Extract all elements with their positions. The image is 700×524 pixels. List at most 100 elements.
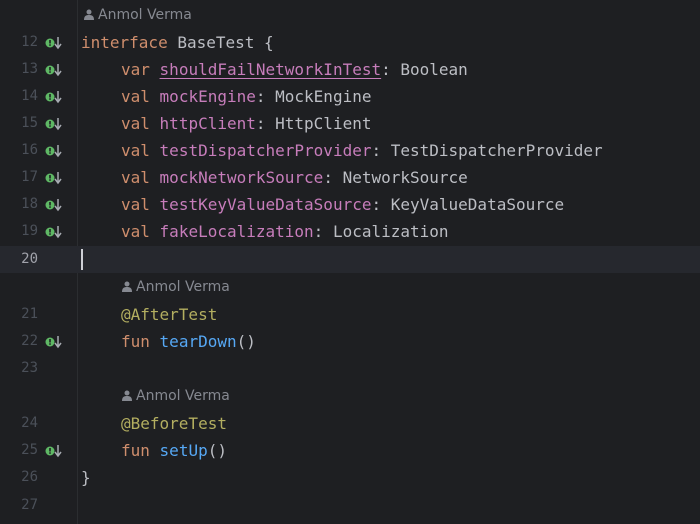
- keyword: interface: [81, 33, 168, 52]
- code-text: interface BaseTest {: [81, 29, 274, 56]
- code-line-14[interactable]: 14 val mockEngine: MockEngine: [0, 83, 700, 110]
- code-editor[interactable]: Anmol Verma 12 interface BaseTest { 13 v…: [0, 0, 700, 524]
- keyword: fun: [121, 441, 150, 460]
- line-number: 16: [21, 142, 38, 158]
- implemented-in-subclass-icon[interactable]: [45, 225, 63, 239]
- parens: (): [207, 441, 227, 460]
- author-hint[interactable]: Anmol Verma: [122, 383, 230, 410]
- code-text: val fakeLocalization: Localization: [121, 218, 449, 245]
- property-type: : Localization: [313, 222, 449, 241]
- line-number: 17: [21, 169, 38, 185]
- code-line-12[interactable]: 12 interface BaseTest {: [0, 29, 700, 56]
- code-line-21[interactable]: 21 @AfterTest: [0, 301, 700, 328]
- property-name: fakeLocalization: [159, 222, 314, 241]
- author-hint-row: Anmol Verma: [0, 274, 700, 301]
- code-line-27[interactable]: 27: [0, 492, 700, 519]
- property-name: mockNetworkSource: [159, 168, 324, 187]
- keyword: var: [121, 60, 150, 79]
- implemented-in-subclass-icon[interactable]: [45, 36, 63, 50]
- line-number: 23: [21, 360, 38, 376]
- keyword: val: [121, 195, 150, 214]
- keyword: val: [121, 168, 150, 187]
- code-line-13[interactable]: 13 var shouldFailNetworkInTest: Boolean: [0, 56, 700, 83]
- function-name: tearDown: [159, 332, 237, 351]
- author-name: Anmol Verma: [136, 279, 230, 295]
- implemented-in-subclass-icon[interactable]: [45, 198, 63, 212]
- code-text: @BeforeTest: [121, 410, 227, 437]
- property-type: : NetworkSource: [323, 168, 468, 187]
- implemented-in-subclass-icon[interactable]: [45, 335, 63, 349]
- line-number: 15: [21, 115, 38, 131]
- implemented-in-subclass-icon[interactable]: [45, 144, 63, 158]
- line-number: 12: [21, 34, 38, 50]
- line-number: 14: [21, 88, 38, 104]
- code-text: val mockEngine: MockEngine: [121, 83, 371, 110]
- author-hint-row: Anmol Verma: [0, 383, 700, 410]
- line-number: 18: [21, 196, 38, 212]
- implemented-in-subclass-icon[interactable]: [45, 171, 63, 185]
- property-type: : MockEngine: [255, 87, 372, 106]
- code-text: @AfterTest: [121, 301, 217, 328]
- text-caret: [81, 249, 83, 270]
- property-name: testKeyValueDataSource: [159, 195, 372, 214]
- implemented-in-subclass-icon[interactable]: [45, 63, 63, 77]
- code-text: fun setUp(): [121, 437, 227, 464]
- property-name: shouldFailNetworkInTest: [159, 60, 382, 79]
- person-icon: [122, 390, 132, 401]
- person-icon: [122, 281, 132, 292]
- keyword: val: [121, 222, 150, 241]
- person-icon: [84, 9, 94, 20]
- line-number: 13: [21, 61, 38, 77]
- function-name: setUp: [159, 441, 208, 460]
- code-line-25[interactable]: 25 fun setUp(): [0, 437, 700, 464]
- property-name: httpClient: [159, 114, 256, 133]
- interface-name: BaseTest: [167, 33, 255, 52]
- annotation: @BeforeTest: [121, 414, 227, 433]
- code-line-23[interactable]: 23: [0, 355, 700, 382]
- keyword: val: [121, 87, 150, 106]
- code-line-19[interactable]: 19 val fakeLocalization: Localization: [0, 218, 700, 245]
- author-hint[interactable]: Anmol Verma: [122, 274, 230, 301]
- keyword: val: [121, 141, 150, 160]
- author-name: Anmol Verma: [98, 7, 192, 23]
- implemented-in-subclass-icon[interactable]: [45, 117, 63, 131]
- keyword: val: [121, 114, 150, 133]
- parens: (): [236, 332, 256, 351]
- implemented-in-subclass-icon[interactable]: [45, 90, 63, 104]
- code-line-22[interactable]: 22 fun tearDown(): [0, 328, 700, 355]
- line-number: 26: [21, 469, 38, 485]
- property-type: : HttpClient: [255, 114, 372, 133]
- property-name: mockEngine: [159, 87, 256, 106]
- line-number: 20: [21, 251, 38, 267]
- line-number: 21: [21, 306, 38, 322]
- code-text: }: [81, 464, 91, 491]
- code-line-26[interactable]: 26 }: [0, 464, 700, 491]
- author-hint-row: Anmol Verma: [0, 2, 700, 29]
- line-number: 19: [21, 223, 38, 239]
- code-line-18[interactable]: 18 val testKeyValueDataSource: KeyValueD…: [0, 191, 700, 218]
- line-number: 22: [21, 333, 38, 349]
- keyword: fun: [121, 332, 150, 351]
- code-text: fun tearDown(): [121, 328, 256, 355]
- code-text: var shouldFailNetworkInTest: Boolean: [121, 56, 468, 83]
- property-type: : Boolean: [381, 60, 468, 79]
- brace-open: {: [254, 33, 274, 52]
- line-number: 27: [21, 497, 38, 513]
- code-line-24[interactable]: 24 @BeforeTest: [0, 410, 700, 437]
- annotation: @AfterTest: [121, 305, 218, 324]
- code-line-15[interactable]: 15 val httpClient: HttpClient: [0, 110, 700, 137]
- author-hint[interactable]: Anmol Verma: [84, 2, 192, 29]
- property-type: : TestDispatcherProvider: [371, 141, 603, 160]
- code-line-16[interactable]: 16 val testDispatcherProvider: TestDispa…: [0, 137, 700, 164]
- code-text: val mockNetworkSource: NetworkSource: [121, 164, 468, 191]
- brace-close: }: [81, 468, 91, 487]
- code-text: val testDispatcherProvider: TestDispatch…: [121, 137, 603, 164]
- property-type: : KeyValueDataSource: [371, 195, 565, 214]
- line-number: 25: [21, 442, 38, 458]
- author-name: Anmol Verma: [136, 388, 230, 404]
- code-line-20-current[interactable]: 20: [0, 246, 700, 273]
- code-line-17[interactable]: 17 val mockNetworkSource: NetworkSource: [0, 164, 700, 191]
- code-text: val httpClient: HttpClient: [121, 110, 371, 137]
- implemented-in-subclass-icon[interactable]: [45, 444, 63, 458]
- code-text: val testKeyValueDataSource: KeyValueData…: [121, 191, 564, 218]
